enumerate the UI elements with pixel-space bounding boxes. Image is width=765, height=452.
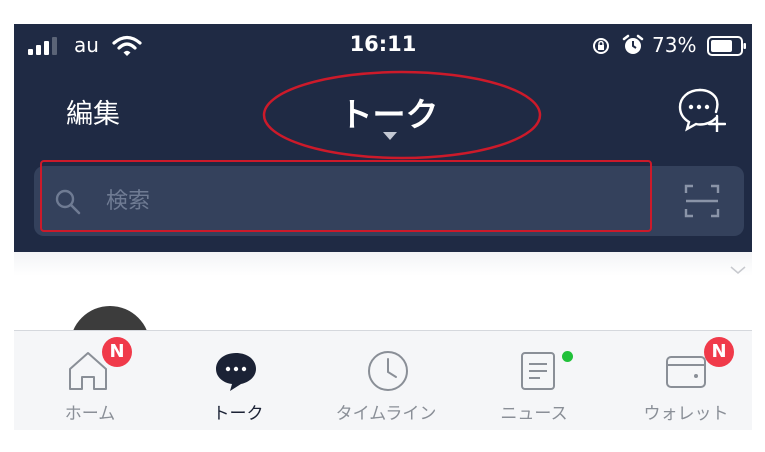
battery-icon <box>707 36 746 56</box>
news-icon <box>521 352 555 390</box>
tab-label: ウォレット <box>643 404 729 424</box>
notification-badge: N <box>704 337 734 367</box>
new-chat-icon[interactable] <box>678 88 726 132</box>
status-bar: au 16:11 73% <box>14 24 752 68</box>
tab-label: ホーム <box>64 404 116 424</box>
qr-scan-icon[interactable] <box>684 184 720 218</box>
tab-label: ニュース <box>500 404 568 424</box>
search-annotation-rect <box>40 160 652 232</box>
tab-talk[interactable]: トーク <box>162 331 310 430</box>
title-annotation-ellipse <box>262 70 542 160</box>
tab-timeline[interactable]: タイムライン <box>310 331 458 430</box>
wallet-icon <box>666 356 706 388</box>
rotation-lock-icon <box>593 38 609 54</box>
tab-home[interactable]: N ホーム <box>14 331 162 430</box>
tab-news[interactable]: ニュース <box>458 331 606 430</box>
tab-bar: N ホーム トーク タイムライン ニュース N ウォレット <box>14 330 752 430</box>
chat-icon <box>216 353 256 391</box>
phone-screen: au 16:11 73% 編集 トーク 検索 N ホーム トーク タイムライン … <box>14 24 752 430</box>
chevron-down-icon[interactable] <box>730 266 746 274</box>
tab-wallet[interactable]: N ウォレット <box>606 331 752 430</box>
clock-icon <box>368 351 408 391</box>
alarm-icon <box>622 34 644 54</box>
battery-percentage: 73% <box>652 33 697 57</box>
tab-label: タイムライン <box>335 404 437 424</box>
tab-label: トーク <box>212 404 264 424</box>
list-fade <box>14 252 752 276</box>
header: au 16:11 73% 編集 トーク 検索 <box>14 24 752 252</box>
new-content-dot <box>562 351 573 362</box>
notification-badge: N <box>102 337 132 367</box>
chat-list <box>14 252 752 386</box>
